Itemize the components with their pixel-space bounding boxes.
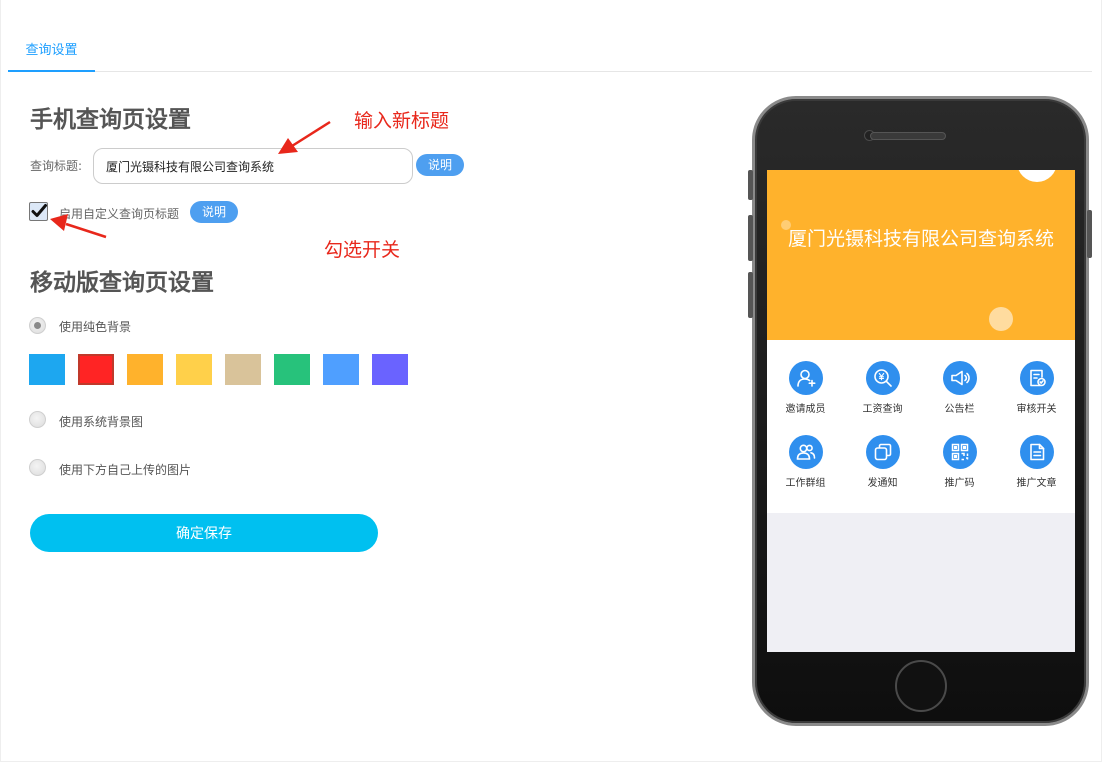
grid-item-label: 审核开关: [1016, 404, 1057, 415]
phone-home-button: [895, 660, 947, 712]
grid-item-promo-article[interactable]: 推广文章: [998, 435, 1075, 489]
grid-item-label: 邀请成员: [785, 404, 826, 415]
phone-volume-up-button: [748, 215, 753, 261]
grid-item-label: 推广码: [944, 478, 975, 489]
preview-icon-grid: 邀请成员 工资查询 公告栏 审核开关 工作群组 发通知 推广码 推广文章: [767, 340, 1075, 513]
grid-item-review-switch[interactable]: 审核开关: [998, 361, 1075, 415]
banner-decor-circle: [1017, 170, 1057, 182]
phone-screen: 厦门光镊科技有限公司查询系统 邀请成员 工资查询 公告栏 审核开关 工作群组 发…: [767, 170, 1075, 652]
phone-power-button: [1087, 210, 1092, 258]
grid-item-send-notice[interactable]: 发通知: [844, 435, 921, 489]
grid-item-label: 工作群组: [785, 478, 826, 489]
grid-item-work-group[interactable]: 工作群组: [767, 435, 844, 489]
banner-decor-circle: [989, 307, 1013, 331]
grid-item-label: 发通知: [867, 478, 898, 489]
review-document-icon: [1019, 361, 1054, 395]
salary-search-icon: [865, 361, 900, 395]
phone-speaker: [870, 132, 946, 140]
grid-item-label: 推广文章: [1016, 478, 1057, 489]
preview-banner: 厦门光镊科技有限公司查询系统: [767, 170, 1075, 340]
grid-item-salary-query[interactable]: 工资查询: [844, 361, 921, 415]
phone-volume-down-button: [748, 272, 753, 318]
grid-item-promo-code[interactable]: 推广码: [921, 435, 998, 489]
grid-item-invite-members[interactable]: 邀请成员: [767, 361, 844, 415]
add-user-icon: [788, 361, 823, 395]
grid-item-bulletin[interactable]: 公告栏: [921, 361, 998, 415]
megaphone-icon: [942, 361, 977, 395]
qr-code-icon: [942, 435, 977, 469]
phone-mute-button: [748, 170, 753, 200]
grid-item-label: 公告栏: [944, 404, 975, 415]
grid-item-label: 工资查询: [862, 404, 903, 415]
arrow-to-input-icon: [278, 120, 331, 154]
preview-banner-title: 厦门光镊科技有限公司查询系统: [787, 228, 1054, 250]
group-icon: [788, 435, 823, 469]
notification-copy-icon: [865, 435, 900, 469]
arrow-to-checkbox-icon: [50, 214, 107, 239]
article-icon: [1019, 435, 1054, 469]
